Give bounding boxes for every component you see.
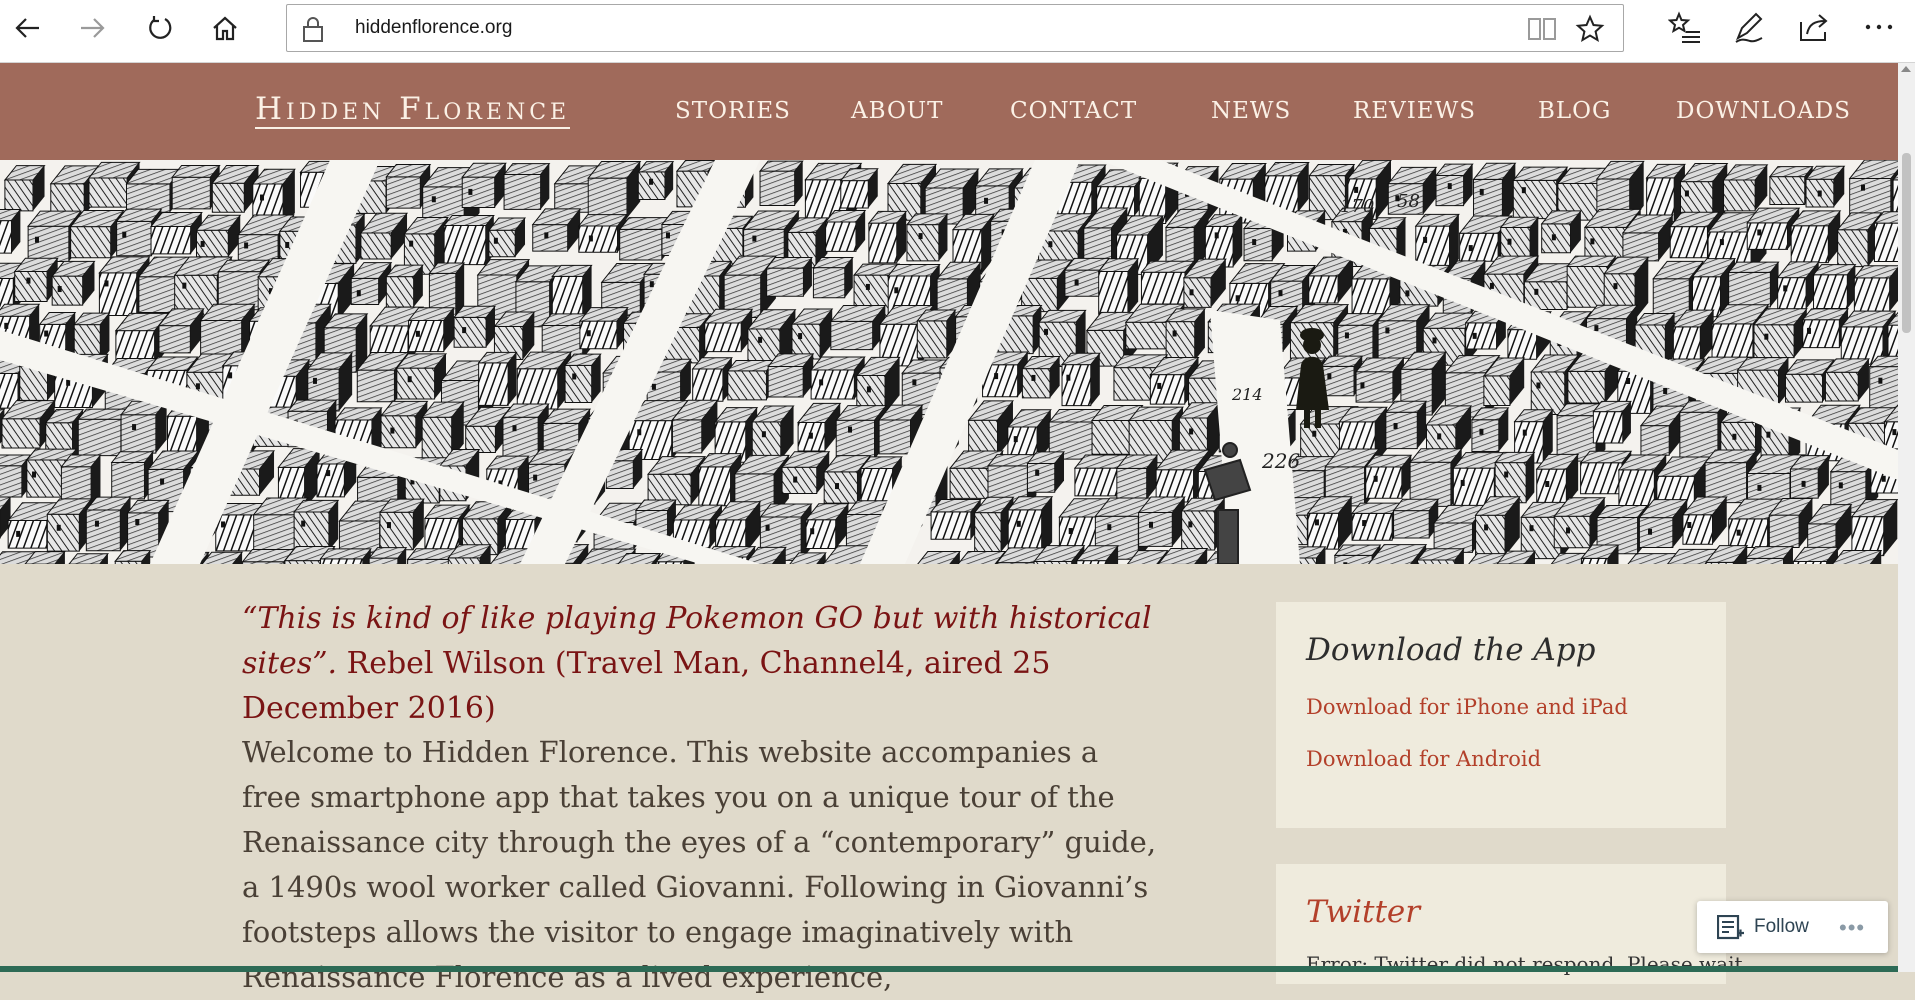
favorites-hub-icon: [1668, 10, 1702, 44]
hero-map-image: 58 170 226 214: [0, 160, 1898, 564]
menu-news[interactable]: NEWS: [1211, 98, 1291, 124]
follow-button[interactable]: Follow •••: [1697, 901, 1888, 953]
scroll-thumb[interactable]: [1902, 153, 1911, 333]
map-number: 226: [1261, 449, 1300, 473]
intro-paragraph: Welcome to Hidden Florence. This website…: [242, 730, 1162, 1000]
more-button[interactable]: [1862, 10, 1900, 48]
browser-toolbar: hiddenflorence.org: [0, 0, 1915, 63]
download-app-widget: Download the App Download for iPhone and…: [1276, 602, 1726, 828]
menu-about[interactable]: ABOUT: [851, 98, 944, 124]
forward-icon: [77, 13, 107, 43]
menu-reviews[interactable]: REVIEWS: [1353, 98, 1476, 124]
pen-icon: [1732, 10, 1766, 44]
favorites-hub-button[interactable]: [1668, 10, 1706, 48]
lock-icon: [301, 16, 325, 42]
featured-quote: “This is kind of like playing Pokemon GO…: [242, 596, 1162, 731]
notes-button[interactable]: [1732, 10, 1770, 48]
menu-stories[interactable]: STORIES: [675, 98, 791, 124]
menu-downloads[interactable]: DOWNLOADS: [1676, 98, 1851, 124]
refresh-icon: [145, 13, 175, 43]
url-text[interactable]: hiddenflorence.org: [355, 17, 512, 39]
share-icon: [1797, 10, 1831, 44]
reader-follow-icon: [1717, 915, 1745, 941]
more-icon: [1862, 10, 1896, 44]
home-icon: [210, 13, 240, 43]
menu-blog[interactable]: BLOG: [1538, 98, 1611, 124]
back-button[interactable]: [8, 8, 48, 48]
bottom-edge-bar: [0, 966, 1898, 972]
map-number: 214: [1231, 385, 1263, 404]
page-scrollbar[interactable]: [1898, 63, 1915, 972]
quote-attribution: Rebel Wilson (Travel Man, Channel4, aire…: [242, 646, 1050, 726]
map-number: 58: [1397, 191, 1420, 212]
widget-title-twitter[interactable]: Twitter: [1306, 894, 1420, 930]
reading-view-icon[interactable]: [1527, 16, 1557, 42]
map-number: 170: [1340, 196, 1374, 217]
share-button[interactable]: [1797, 10, 1835, 48]
scroll-up-arrow-icon[interactable]: [1901, 66, 1911, 72]
follow-label: Follow: [1754, 916, 1809, 938]
android-download-link[interactable]: Download for Android: [1306, 747, 1541, 771]
widget-title-download: Download the App: [1306, 632, 1595, 668]
back-icon: [13, 13, 43, 43]
favorite-star-icon[interactable]: [1575, 14, 1605, 44]
site-header: Hidden Florence STORIES ABOUT CONTACT NE…: [0, 63, 1898, 160]
forward-button[interactable]: [72, 8, 112, 48]
address-bar[interactable]: hiddenflorence.org: [286, 4, 1624, 52]
menu-contact[interactable]: CONTACT: [1010, 98, 1137, 124]
follow-more-icon[interactable]: •••: [1839, 915, 1865, 941]
site-logo[interactable]: Hidden Florence: [255, 91, 570, 129]
twitter-error-text: Error: Twitter did not respond. Please w…: [1306, 952, 1743, 976]
iphone-download-link[interactable]: Download for iPhone and iPad: [1306, 695, 1628, 719]
map-engraving: 58 170 226 214: [0, 160, 1898, 564]
home-button[interactable]: [205, 8, 245, 48]
refresh-button[interactable]: [140, 8, 180, 48]
